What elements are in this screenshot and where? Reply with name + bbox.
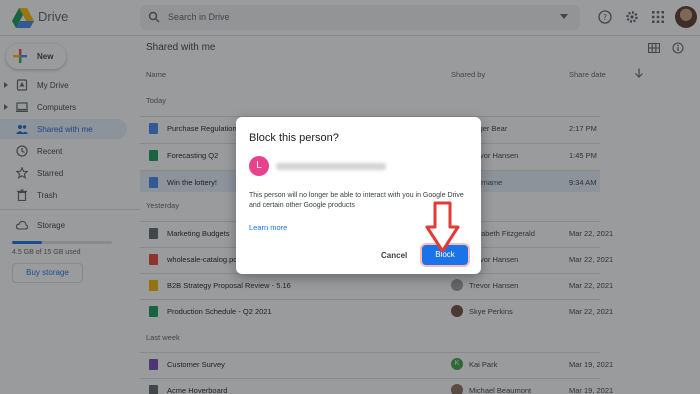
dialog-title: Block this person? bbox=[249, 132, 339, 144]
avatar: L bbox=[249, 156, 269, 176]
red-down-arrow-icon bbox=[425, 201, 460, 253]
learn-more-link[interactable]: Learn more bbox=[249, 223, 287, 232]
cancel-button[interactable]: Cancel bbox=[381, 251, 407, 260]
blurred-email bbox=[276, 163, 386, 170]
